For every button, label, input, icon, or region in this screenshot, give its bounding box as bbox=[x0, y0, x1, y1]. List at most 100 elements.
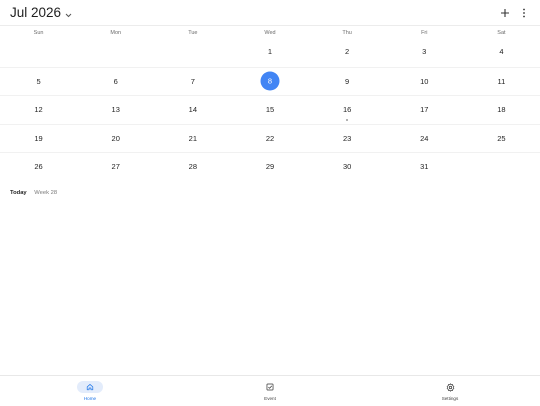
day-number: 24 bbox=[420, 133, 429, 143]
nav-home-label: Home bbox=[83, 396, 97, 401]
header-divider bbox=[0, 25, 540, 26]
event-checkbox-icon bbox=[266, 383, 274, 391]
day-cell[interactable]: 17 bbox=[386, 96, 463, 124]
week-row: 5 6 7 8 9 10 11 bbox=[0, 66, 540, 96]
day-cell[interactable]: 12 bbox=[0, 96, 77, 124]
day-cell[interactable]: 6 bbox=[77, 68, 154, 96]
day-number: 29 bbox=[265, 162, 275, 171]
empty-day-cell bbox=[463, 153, 540, 181]
bottom-navigation: Home Event Settings bbox=[0, 375, 540, 405]
month-title: Jul 2026 bbox=[10, 5, 62, 20]
day-number: 25 bbox=[497, 133, 506, 143]
day-cell[interactable]: 8 bbox=[231, 68, 308, 96]
app-header: Jul 2026 bbox=[0, 0, 540, 26]
day-number: 6 bbox=[113, 76, 118, 86]
day-number: 30 bbox=[342, 162, 352, 171]
gear-icon bbox=[446, 382, 454, 392]
nav-event[interactable]: Event bbox=[240, 376, 300, 406]
day-cell[interactable]: 1 bbox=[231, 38, 308, 67]
day-number: 11 bbox=[497, 76, 506, 86]
day-number: 10 bbox=[420, 76, 429, 86]
more-vertical-icon bbox=[523, 8, 525, 18]
day-cell[interactable]: 22 bbox=[231, 125, 308, 153]
plus-icon bbox=[501, 9, 509, 17]
day-number: 15 bbox=[265, 105, 275, 114]
day-number: 18 bbox=[497, 105, 506, 114]
day-number: 12 bbox=[34, 105, 43, 114]
day-number: 14 bbox=[188, 105, 198, 114]
day-cell[interactable]: 20 bbox=[77, 125, 154, 153]
nav-event-label: Event bbox=[264, 396, 276, 401]
day-number: 31 bbox=[420, 162, 429, 171]
today-summary: Today Week 28 bbox=[10, 189, 57, 197]
day-number: 13 bbox=[111, 105, 120, 114]
weekday-label: Mon bbox=[110, 30, 122, 36]
day-number: 7 bbox=[190, 76, 195, 86]
month-grid: 1 2 3 4 5 6 7 8 9 10 11 12 13 14 15 16 17 18 19 20 21 22 23 24 2… bbox=[0, 38, 540, 181]
add-event-button[interactable] bbox=[498, 6, 512, 20]
day-cell[interactable]: 18 bbox=[463, 96, 540, 124]
day-cell[interactable]: 16 bbox=[309, 96, 386, 124]
nav-event-pill bbox=[257, 381, 283, 393]
day-number: 9 bbox=[345, 76, 350, 86]
day-number: 5 bbox=[36, 76, 41, 86]
day-number: 2 bbox=[345, 47, 350, 56]
home-icon bbox=[86, 384, 94, 391]
week-row: 12 13 14 15 16 17 18 bbox=[0, 95, 540, 124]
nav-home-pill bbox=[77, 381, 103, 393]
week-row: 1 2 3 4 bbox=[0, 38, 540, 67]
event-indicator-dot bbox=[346, 118, 349, 121]
day-number: 1 bbox=[267, 47, 273, 56]
day-cell[interactable]: 10 bbox=[386, 68, 463, 96]
day-number: 27 bbox=[111, 162, 120, 171]
today-label[interactable]: Today bbox=[10, 190, 27, 196]
day-number: 4 bbox=[499, 47, 504, 56]
nav-settings-pill bbox=[437, 381, 463, 393]
day-cell[interactable]: 9 bbox=[309, 68, 386, 96]
month-selector[interactable]: Jul 2026 bbox=[10, 5, 72, 21]
day-cell[interactable]: 31 bbox=[386, 153, 463, 181]
day-number: 22 bbox=[265, 133, 275, 143]
day-cell[interactable]: 26 bbox=[0, 153, 77, 181]
weekday-header-row: Sun Mon Tue Wed Thu Fri Sat bbox=[0, 28, 540, 38]
day-cell[interactable]: 28 bbox=[154, 153, 231, 181]
day-cell[interactable]: 21 bbox=[154, 125, 231, 153]
nav-settings-label: Settings bbox=[441, 396, 459, 401]
day-cell[interactable]: 4 bbox=[463, 38, 540, 67]
weekday-label: Fri bbox=[421, 30, 428, 36]
nav-home[interactable]: Home bbox=[60, 376, 120, 406]
day-cell[interactable]: 11 bbox=[463, 68, 540, 96]
day-cell[interactable]: 13 bbox=[77, 96, 154, 124]
day-number: 20 bbox=[111, 133, 120, 143]
selected-day-number: 8 bbox=[260, 71, 280, 91]
day-cell[interactable]: 23 bbox=[309, 125, 386, 153]
day-number: 19 bbox=[34, 133, 43, 143]
weekday-label: Tue bbox=[188, 30, 198, 36]
day-cell[interactable]: 14 bbox=[154, 96, 231, 124]
day-number: 23 bbox=[342, 133, 352, 143]
day-cell[interactable]: 29 bbox=[231, 153, 308, 181]
weekday-label: Wed bbox=[264, 30, 276, 36]
day-cell[interactable]: 24 bbox=[386, 125, 463, 153]
weekday-label: Thu bbox=[342, 30, 352, 36]
day-cell[interactable]: 2 bbox=[309, 38, 386, 67]
nav-settings[interactable]: Settings bbox=[420, 376, 480, 406]
day-cell[interactable]: 15 bbox=[231, 96, 308, 124]
day-cell[interactable]: 19 bbox=[0, 125, 77, 153]
week-number-label: Week 28 bbox=[34, 190, 58, 196]
day-cell[interactable]: 5 bbox=[0, 68, 77, 96]
day-number: 16 bbox=[342, 105, 352, 114]
day-cell[interactable]: 27 bbox=[77, 153, 154, 181]
day-cell[interactable]: 3 bbox=[386, 38, 463, 67]
day-number: 28 bbox=[188, 162, 198, 171]
day-cell[interactable]: 7 bbox=[154, 68, 231, 96]
day-cell[interactable]: 30 bbox=[309, 153, 386, 181]
day-cell[interactable]: 25 bbox=[463, 125, 540, 153]
weekday-label: Sun bbox=[33, 30, 44, 36]
weekday-label: Sat bbox=[497, 30, 506, 36]
chevron-down-icon bbox=[65, 6, 72, 21]
week-row: 26 27 28 29 30 31 bbox=[0, 152, 540, 181]
more-options-button[interactable] bbox=[518, 6, 530, 20]
empty-day-cell bbox=[154, 38, 231, 67]
empty-day-cell bbox=[0, 38, 77, 67]
